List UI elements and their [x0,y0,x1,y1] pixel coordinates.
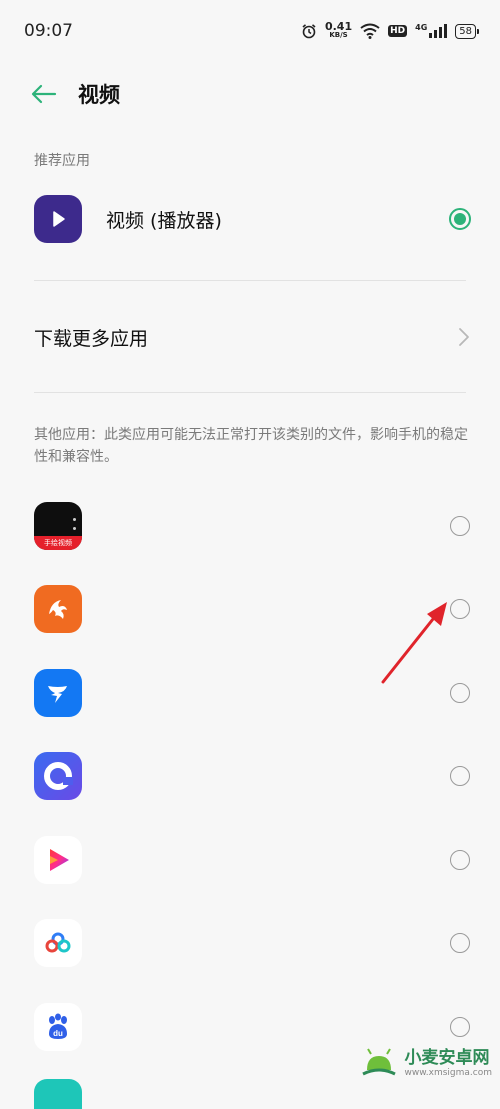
android-robot-icon [361,1047,396,1075]
other-app-radio-7[interactable] [450,1016,470,1037]
other-app-row-1[interactable]: 手绘视频 [0,484,500,568]
watermark-url: www.xmsigma.com [404,1068,492,1078]
other-app-radio-5[interactable] [450,849,470,870]
back-button[interactable] [24,74,64,114]
page-header: 视频 [0,62,500,126]
wifi-icon [360,23,380,39]
other-app-row-4[interactable] [0,735,500,819]
other-app-radio-6[interactable] [450,933,470,954]
recommended-app-radio[interactable] [449,208,471,230]
network-speed: 0.41 KB/S [324,20,353,40]
arrow-left-icon [31,84,57,104]
download-more-label: 下载更多应用 [34,327,149,350]
watermark-title: 小麦安卓网 [404,1048,490,1068]
cloud-rings-app-icon [34,919,82,968]
annotation-arrow-icon [381,602,447,684]
baidu-app-icon: du [34,1002,82,1051]
signal-bars-icon [429,24,448,38]
other-app-row-5[interactable] [0,818,500,902]
page-title: 视频 [78,83,120,107]
baidu-icon-text: du [53,1029,63,1038]
cellular-signal: 4G [415,23,448,38]
teal-app-icon [34,1078,82,1109]
circle-c-app-icon [34,752,82,801]
handpaint-video-icon-text: 手绘视频 [34,535,82,550]
handpaint-video-app-icon: 手绘视频 [34,501,82,550]
watermark-text: 小麦安卓网 www.xmsigma.com [405,1043,492,1078]
download-more-row[interactable]: 下载更多应用 [0,300,500,374]
chevron-right-icon [459,328,469,346]
status-time: 09:07 [24,21,73,41]
status-icons: 0.41 KB/S HD 4G 58 [301,20,479,40]
uc-browser-app-icon [34,585,82,634]
recommended-app-name: 视频 (播放器) [106,209,222,232]
other-app-radio-4[interactable] [450,766,470,787]
recommended-app-row[interactable]: 视频 (播放器) [0,188,500,250]
dingtalk-app-icon [34,668,82,717]
alarm-icon [302,24,316,39]
play-triangle-app-icon [34,835,82,884]
network-type: 4G [415,23,428,32]
other-app-radio-1[interactable] [450,515,470,536]
divider [34,280,466,281]
watermark: 小麦安卓网 www.xmsigma.com [359,1043,492,1078]
network-speed-unit: KB/S [329,31,348,39]
video-player-app-icon [34,195,82,243]
battery-indicator: 58 [455,23,479,39]
network-speed-value: 0.41 [324,20,353,33]
recommended-section-label: 推荐应用 [34,153,90,169]
other-apps-list: 手绘视频 du [0,484,500,1109]
other-app-row-6[interactable] [0,902,500,986]
divider [34,392,466,393]
other-apps-section-label: 其他应用：此类应用可能无法正常打开该类别的文件，影响手机的稳定性和兼容性。 [34,427,468,465]
status-bar: 09:07 0.41 KB/S HD 4G 58 [0,0,500,62]
hd-badge: HD [388,25,408,37]
